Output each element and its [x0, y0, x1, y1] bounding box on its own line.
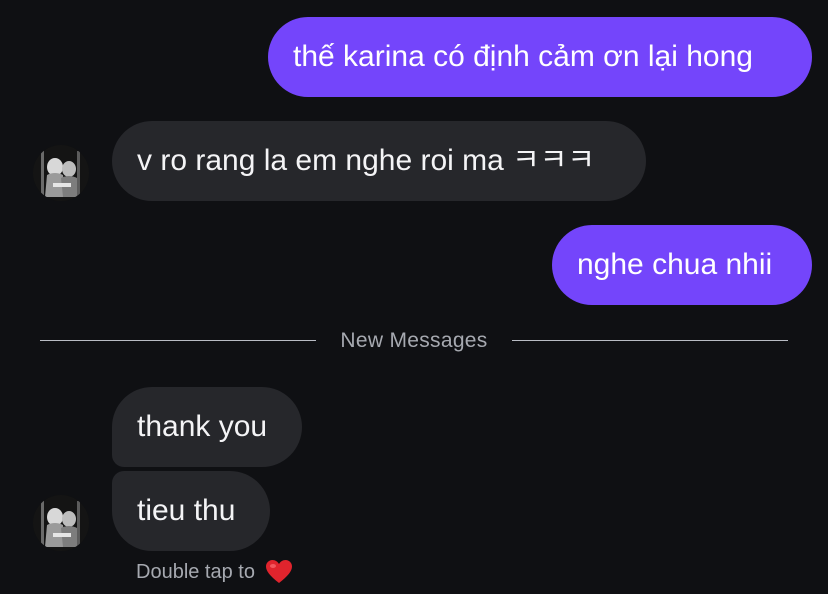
contact-avatar[interactable] — [33, 495, 89, 551]
received-message-bubble[interactable]: thank you — [112, 387, 302, 467]
double-tap-hint-text: Double tap to — [136, 561, 255, 583]
new-messages-divider-label: New Messages — [340, 329, 488, 352]
received-message-bubble[interactable]: v ro rang la em nghe roi ma ㅋㅋㅋ — [112, 121, 646, 201]
contact-avatar[interactable] — [33, 145, 89, 201]
red-heart-icon[interactable] — [265, 559, 293, 585]
received-message-bubble[interactable]: tieu thu — [112, 471, 270, 551]
double-tap-hint: Double tap to — [136, 558, 293, 586]
divider-line-right — [512, 340, 788, 341]
avatar-photo-icon — [33, 145, 89, 201]
sent-message-bubble[interactable]: nghe chua nhii — [552, 225, 812, 305]
avatar-photo-icon — [33, 495, 89, 551]
sent-message-bubble[interactable]: thế karina có định cảm ơn lại hong — [268, 17, 812, 97]
divider-line-left — [40, 340, 316, 341]
